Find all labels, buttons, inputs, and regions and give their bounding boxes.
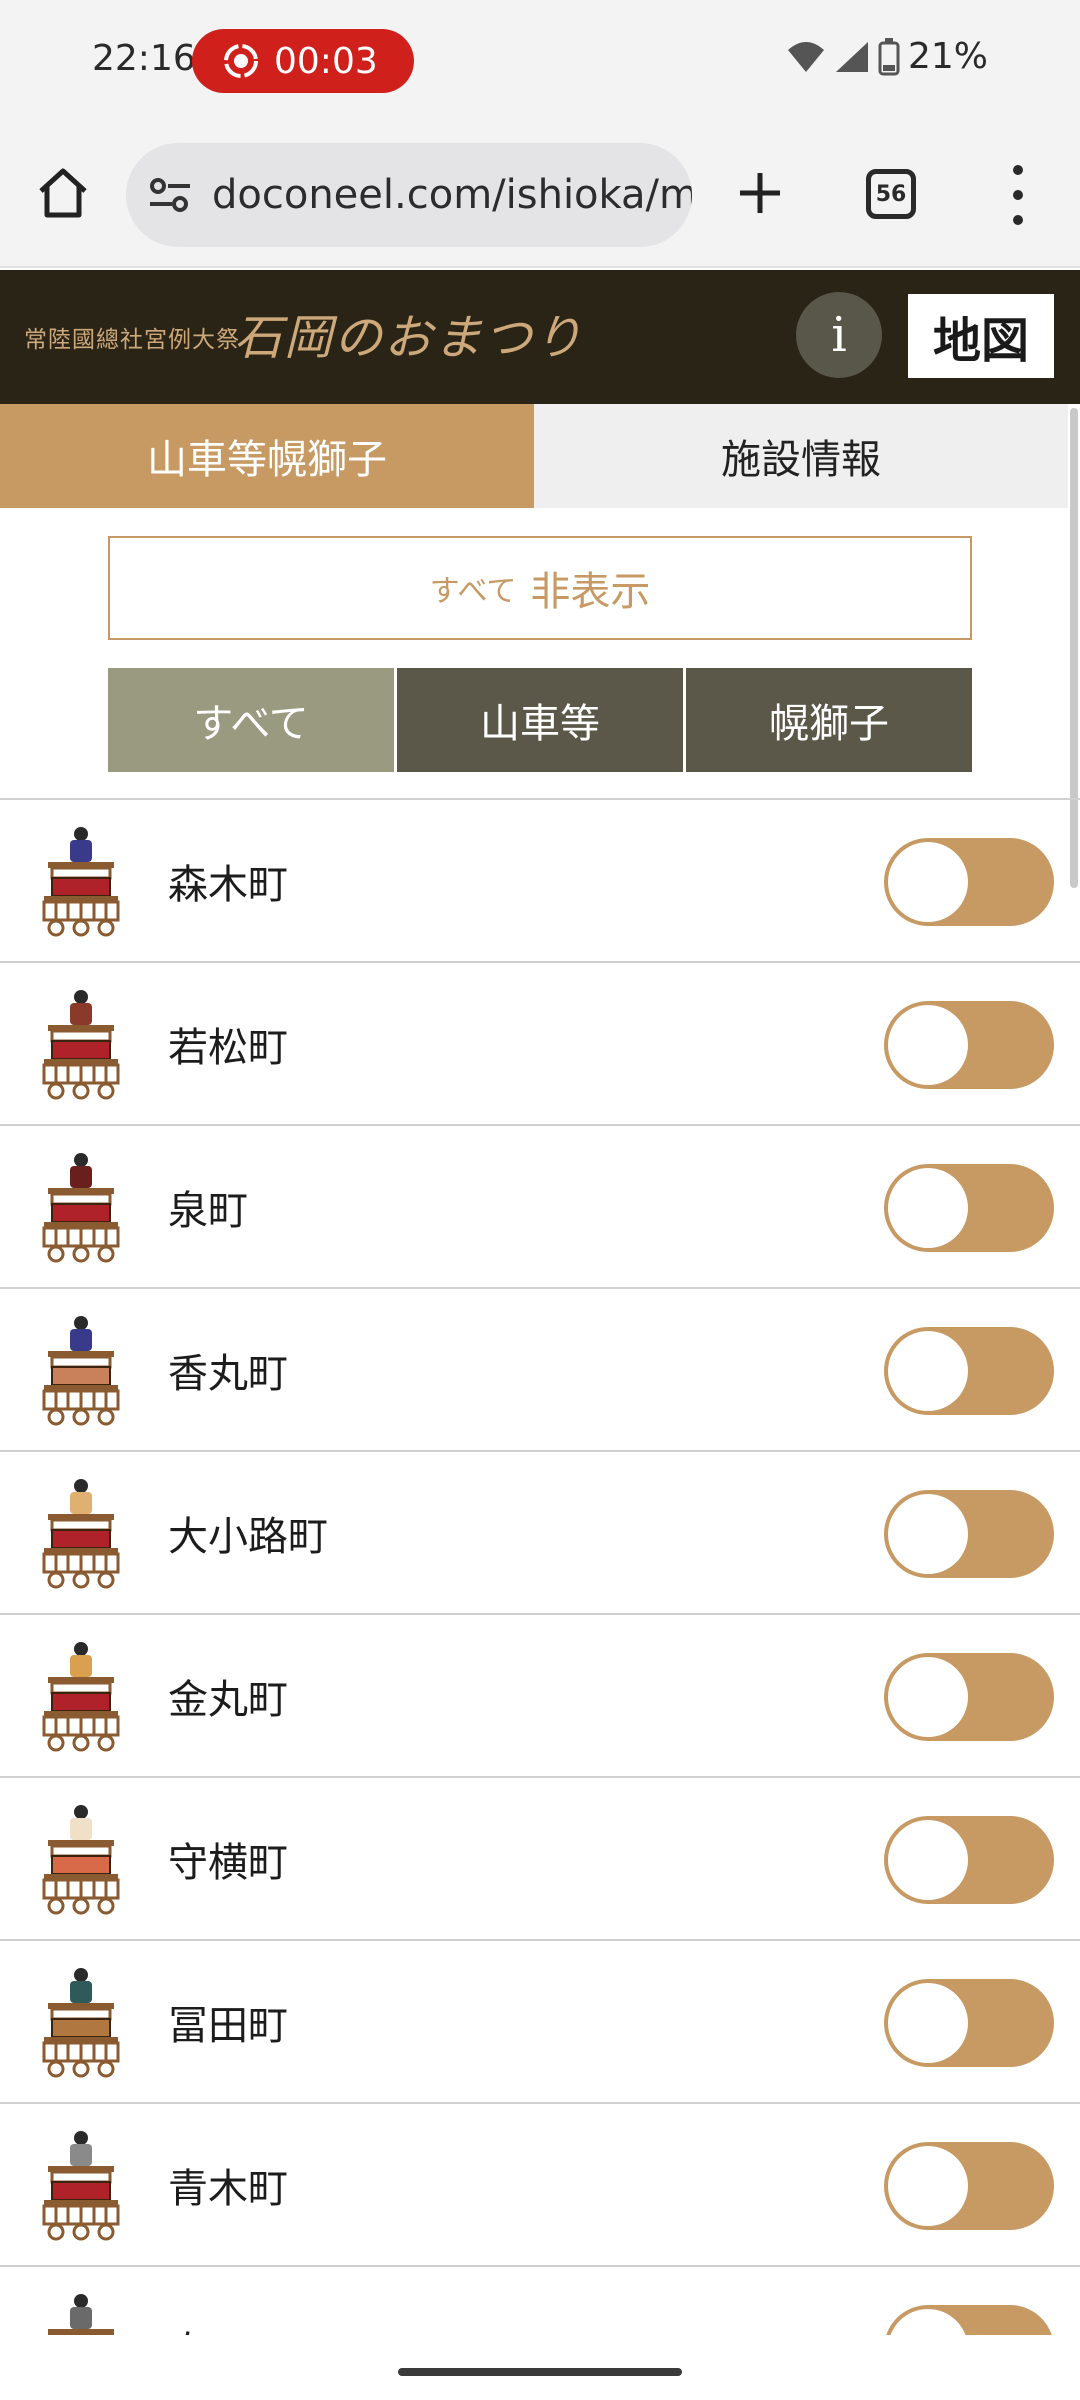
tab-switcher-button[interactable]: 56 [866,169,916,219]
town-name: 泉町 [168,1188,248,1234]
list-item[interactable]: 大小路町 [0,1452,1080,1615]
town-name: 冨田町 [168,2003,288,2049]
town-name: 若松町 [168,1025,288,1071]
list-item[interactable]: 金丸町 [0,1615,1080,1778]
battery-icon [878,37,900,75]
filter-lions[interactable]: 幌獅子 [686,668,972,772]
float-icon [42,990,120,1100]
town-name: 泰町 [168,2319,248,2335]
home-icon[interactable] [35,165,91,221]
list-item[interactable]: 若松町 [0,963,1080,1126]
list-item[interactable]: 守横町 [0,1778,1080,1941]
toggle-knob [888,1657,968,1737]
toggle-knob [888,1494,968,1574]
status-bar: 22:16 00:03 21% [0,0,1080,125]
list-item[interactable]: 青木町 [0,2104,1080,2267]
visibility-toggle[interactable] [884,1164,1054,1252]
list-item[interactable]: 泉町 [0,1126,1080,1289]
gesture-handle[interactable] [398,2368,682,2376]
visibility-toggle[interactable] [884,1653,1054,1741]
visibility-toggle[interactable] [884,1979,1054,2067]
toggle-knob [888,1820,968,1900]
status-time: 22:16 [92,38,196,79]
town-name: 香丸町 [168,1351,288,1397]
float-icon [48,2294,114,2335]
town-name: 青木町 [168,2166,288,2212]
toggle-knob [888,1168,968,1248]
new-tab-icon[interactable] [732,165,788,221]
toggle-knob [888,2309,968,2335]
float-icon [42,2131,120,2241]
float-icon [42,1479,120,1589]
toggle-knob [888,842,968,922]
town-name: 守横町 [168,1840,288,1886]
list-item[interactable]: 泰町 [0,2267,1080,2335]
float-icon [42,827,120,937]
float-icon [42,1642,120,1752]
town-name: 金丸町 [168,1677,288,1723]
toggle-knob [888,1331,968,1411]
float-icon [42,1805,120,1915]
filter-all[interactable]: すべて [108,668,394,772]
visibility-toggle[interactable] [884,1490,1054,1578]
url-text: doconeel.com/ishioka/m [212,172,692,218]
list-item[interactable]: 冨田町 [0,1941,1080,2104]
float-icon [42,1316,120,1426]
wifi-icon [787,41,824,72]
visibility-toggle[interactable] [884,2142,1054,2230]
town-list: 森木町 若松町 泉町 香丸町 大小路町 金丸町 守横町 冨田町 青木町 [0,798,1080,2335]
visibility-toggle[interactable] [884,2305,1054,2335]
visibility-toggle[interactable] [884,838,1054,926]
town-name: 大小路町 [168,1514,328,1560]
hide-all-button[interactable]: すべて 非表示 [108,536,972,640]
status-icons: 21% [786,36,988,77]
visibility-toggle[interactable] [884,1327,1054,1415]
hide-all-label: 非表示 [530,569,651,615]
town-name: 森木町 [168,862,288,908]
site-subtitle: 常陸國總社宮例大祭 [24,327,240,353]
filter-segment: すべて 山車等 幌獅子 [108,668,972,772]
toggle-knob [888,1983,968,2063]
site-header: 常陸國總社宮例大祭 石岡のおまつり i 地図 [0,270,1080,404]
site-logo[interactable]: 石岡のおまつり [234,298,584,368]
category-tabs: 山車等幌獅子 施設情報 [0,404,1068,508]
list-item[interactable]: 香丸町 [0,1289,1080,1452]
record-timer: 00:03 [274,40,378,82]
float-icon [42,1153,120,1263]
visibility-toggle[interactable] [884,1001,1054,1089]
toggle-knob [888,1005,968,1085]
record-icon [224,44,258,78]
tab-facilities[interactable]: 施設情報 [534,404,1068,508]
hide-all-prefix: すべて [429,574,517,609]
battery-percent: 21% [907,36,988,77]
more-menu-icon[interactable] [1000,165,1036,225]
list-item[interactable]: 森木町 [0,800,1080,963]
screen-record-chip[interactable]: 00:03 [192,29,414,93]
browser-toolbar: doconeel.com/ishioka/m 56 [0,125,1080,268]
url-bar[interactable]: doconeel.com/ishioka/m [126,143,692,247]
toggle-knob [888,2146,968,2226]
tab-floats-lions[interactable]: 山車等幌獅子 [0,404,534,508]
signal-icon [835,41,868,72]
info-button[interactable]: i [796,292,882,378]
float-icon [42,1968,120,2078]
map-button[interactable]: 地図 [908,294,1054,378]
visibility-toggle[interactable] [884,1816,1054,1904]
filter-floats[interactable]: 山車等 [397,668,683,772]
site-settings-icon[interactable] [146,171,194,219]
